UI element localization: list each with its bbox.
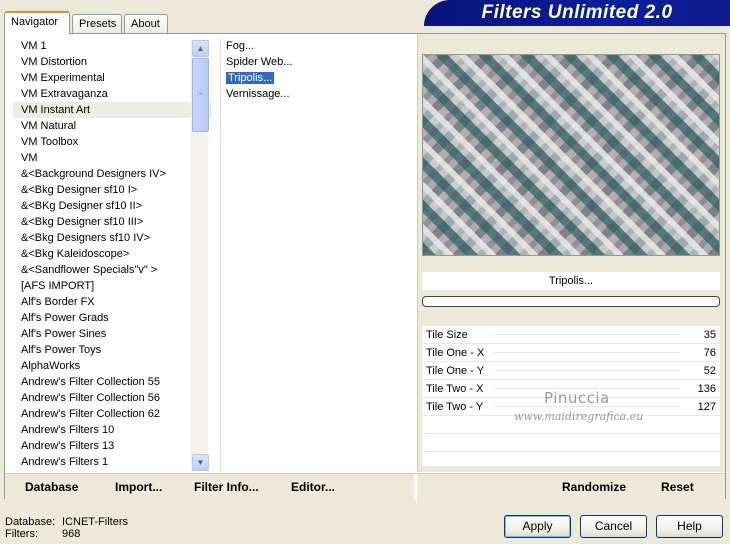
filter-item[interactable]: Fog...	[221, 38, 412, 54]
parameter-label: Tile Two - X	[426, 383, 484, 395]
parameter-value: 35	[703, 329, 716, 341]
category-item[interactable]: AlphaWorks	[13, 358, 211, 374]
category-item[interactable]: Andrew's Filters 1	[13, 454, 211, 470]
filters-label: Filters:	[5, 528, 38, 540]
database-button[interactable]: Database	[25, 480, 78, 494]
scroll-up-button[interactable]: ▲	[192, 40, 209, 57]
parameter-row[interactable]: Tile One - X 76	[422, 344, 720, 362]
filter-list[interactable]: Fog... Spider Web... Tripolis... Vernissage…	[220, 38, 412, 472]
filter-item[interactable]: Tripolis...	[221, 70, 412, 86]
category-item[interactable]: VM Toolbox	[13, 134, 211, 150]
tab-presets[interactable]: Presets	[72, 14, 122, 33]
category-item[interactable]: VM Distortion	[13, 54, 211, 70]
category-item[interactable]: &<Sandflower Specials"v" >	[13, 262, 211, 278]
tab-navigator[interactable]: Navigator	[4, 11, 70, 34]
parameter-label: Tile One - Y	[426, 365, 485, 377]
category-item[interactable]: &<Bkg Designer sf10 III>	[13, 214, 211, 230]
reset-button[interactable]: Reset	[661, 480, 694, 494]
filter-item-label: Tripolis...	[226, 72, 275, 84]
database-value: ICNET-Filters	[62, 516, 128, 528]
parameter-value: 127	[697, 401, 716, 413]
category-item[interactable]: &<Background Designers IV>	[13, 166, 211, 182]
database-label: Database:	[5, 516, 56, 528]
category-item[interactable]: &<Bkg Designer sf10 I>	[13, 182, 211, 198]
parameter-row-empty	[422, 434, 720, 452]
filter-item[interactable]: Spider Web...	[221, 54, 412, 70]
cancel-button[interactable]: Cancel	[580, 515, 647, 538]
filters-count: 968	[62, 528, 81, 540]
category-item[interactable]: VM Experimental	[13, 70, 211, 86]
tab-about[interactable]: About	[124, 14, 168, 33]
category-item[interactable]: VM Extravaganza	[13, 86, 211, 102]
category-item[interactable]: Andrew's Filter Collection 62	[13, 406, 211, 422]
main-panel: VM 1 VM Distortion VM Experimental VM Extra…	[4, 33, 726, 499]
category-item[interactable]: Andrew's Filter Collection 56	[13, 390, 211, 406]
category-item[interactable]: VM Natural	[13, 118, 211, 134]
category-item[interactable]: VM Instant Art	[13, 102, 211, 118]
preview-image	[422, 54, 720, 256]
category-item[interactable]: Alf's Power Toys	[13, 342, 211, 358]
filter-item-label: Fog...	[226, 40, 255, 52]
filter-item-label: Spider Web...	[226, 56, 293, 68]
title-banner: Filters Unlimited 2.0	[424, 0, 730, 26]
category-item[interactable]: [AFS IMPORT]	[13, 278, 211, 294]
parameter-row-empty	[422, 452, 720, 470]
apply-button[interactable]: Apply	[504, 515, 571, 538]
parameter-slider-track[interactable]	[494, 352, 680, 353]
selected-filter-name: Tripolis...	[422, 272, 720, 290]
category-item[interactable]: Alf's Power Sines	[13, 326, 211, 342]
filter-item-label: Vernissage...	[226, 88, 290, 100]
randomize-button[interactable]: Randomize	[562, 480, 626, 494]
category-item[interactable]: Alf's Border FX	[13, 294, 211, 310]
toolbar-separator	[414, 474, 417, 500]
import-button[interactable]: Import...	[115, 480, 162, 494]
editor-button[interactable]: Editor...	[291, 480, 335, 494]
category-item[interactable]: Andrew's Filter Collection 55	[13, 374, 211, 390]
parameter-slider-track[interactable]	[494, 334, 680, 335]
category-item[interactable]: &<Bkg Designers sf10 IV>	[13, 230, 211, 246]
category-item[interactable]: VM 1	[13, 38, 211, 54]
parameter-label: Tile Two - Y	[426, 401, 484, 413]
category-scrollbar[interactable]: ▲ ≡ ▼	[191, 40, 209, 471]
parameter-value: 76	[703, 347, 716, 359]
parameter-row[interactable]: Tile Size 35	[422, 326, 720, 344]
category-item[interactable]: Andrew's Filters 10	[13, 422, 211, 438]
watermark-url: www.maidiregrafica.eu	[514, 410, 644, 423]
watermark-name: Pinuccia	[544, 389, 610, 407]
preview-pane: Tripolis... Tile Size 35 Tile One - X 76 Til…	[417, 34, 725, 472]
status-area: Database: ICNET-Filters Filters: 968	[5, 516, 128, 540]
parameter-value: 136	[697, 383, 716, 395]
category-item[interactable]: VM	[13, 150, 211, 166]
category-list[interactable]: VM 1 VM Distortion VM Experimental VM Extra…	[13, 38, 211, 470]
help-button[interactable]: Help	[656, 515, 723, 538]
filter-info-button[interactable]: Filter Info...	[194, 480, 259, 494]
parameter-label: Tile Size	[426, 329, 468, 341]
parameter-slider-track[interactable]	[494, 370, 680, 371]
parameter-label: Tile One - X	[426, 347, 485, 359]
category-item[interactable]: &<BKg Designer sf10 II>	[13, 198, 211, 214]
progress-bar	[422, 296, 720, 307]
parameter-row[interactable]: Tile One - Y 52	[422, 362, 720, 380]
category-item[interactable]: &<Bkg Kaleidoscope>	[13, 246, 211, 262]
category-item[interactable]: Alf's Power Grads	[13, 310, 211, 326]
bottom-toolbar: Database Import... Filter Info... Editor…	[5, 473, 725, 500]
scroll-down-button[interactable]: ▼	[192, 454, 209, 471]
category-item[interactable]: Andrew's Filters 13	[13, 438, 211, 454]
parameter-value: 52	[703, 365, 716, 377]
filter-item[interactable]: Vernissage...	[221, 86, 412, 102]
parameter-list: Tile Size 35 Tile One - X 76 Tile One - Y 52 T…	[422, 326, 720, 470]
scroll-thumb[interactable]: ≡	[192, 58, 209, 132]
